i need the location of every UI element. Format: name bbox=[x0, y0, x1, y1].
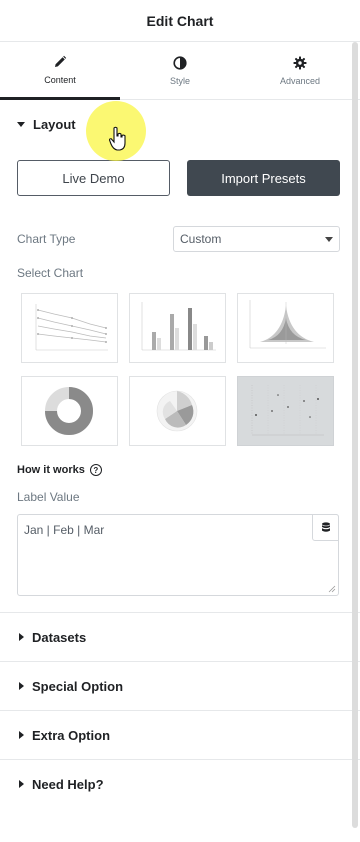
import-presets-button[interactable]: Import Presets bbox=[187, 160, 340, 196]
line-chart-thumbnail bbox=[35, 304, 108, 351]
scatter-chart-thumbnail bbox=[251, 385, 324, 436]
pencil-icon bbox=[55, 55, 67, 67]
tab-style-label: Style bbox=[169, 75, 190, 86]
tab-advanced[interactable]: Advanced bbox=[240, 42, 360, 99]
tab-bar: Content Style Advanced bbox=[0, 42, 360, 100]
section-datasets-header[interactable]: Datasets bbox=[0, 613, 360, 661]
label-value-text: Jan | Feb | Mar bbox=[24, 523, 105, 537]
chart-option-doughnut[interactable] bbox=[21, 376, 118, 446]
layout-section-body: Live Demo Import Presets Chart Type Cust… bbox=[0, 160, 360, 596]
caret-right-icon bbox=[19, 633, 24, 641]
select-chart-label: Select Chart bbox=[17, 266, 84, 280]
doughnut-chart-thumbnail bbox=[45, 387, 93, 435]
tab-content[interactable]: Content bbox=[0, 42, 120, 100]
radar-chart-thumbnail bbox=[249, 300, 326, 349]
section-layout-title: Layout bbox=[33, 116, 76, 132]
section-layout-header[interactable]: Layout bbox=[0, 100, 360, 148]
bar-chart-thumbnail bbox=[141, 302, 216, 351]
caret-right-icon bbox=[19, 682, 24, 690]
chart-type-label: Chart Type bbox=[17, 232, 76, 246]
section-need-help-header[interactable]: Need Help? bbox=[0, 760, 360, 808]
panel-title: Edit Chart bbox=[146, 12, 214, 29]
chart-type-grid bbox=[21, 293, 340, 446]
section-special-option-title: Special Option bbox=[32, 678, 124, 694]
how-it-works-text: How it works bbox=[17, 464, 85, 476]
section-extra-option-header[interactable]: Extra Option bbox=[0, 711, 360, 759]
chart-option-bar[interactable] bbox=[129, 293, 226, 363]
database-icon bbox=[321, 522, 330, 532]
chart-option-polar[interactable] bbox=[129, 376, 226, 446]
chart-option-radar[interactable] bbox=[237, 293, 334, 363]
how-it-works-link[interactable]: How it works ? bbox=[17, 464, 340, 476]
polar-area-chart-thumbnail bbox=[156, 390, 198, 432]
tab-style[interactable]: Style bbox=[120, 42, 240, 99]
section-extra-option-title: Extra Option bbox=[32, 727, 111, 743]
tab-content-label: Content bbox=[44, 74, 76, 85]
tab-advanced-label: Advanced bbox=[279, 75, 321, 86]
half-circle-icon bbox=[173, 55, 187, 70]
hand-cursor-icon bbox=[108, 126, 126, 151]
panel-header: Edit Chart bbox=[0, 0, 360, 42]
chevron-down-icon bbox=[325, 236, 333, 242]
layout-button-row: Live Demo Import Presets bbox=[17, 160, 340, 196]
dynamic-tags-button[interactable] bbox=[312, 514, 339, 541]
chart-option-scatter[interactable] bbox=[237, 376, 334, 446]
chart-type-value: Custom bbox=[180, 232, 222, 246]
caret-down-icon bbox=[17, 121, 25, 127]
section-special-option-header[interactable]: Special Option bbox=[0, 662, 360, 710]
chart-type-row: Chart Type Custom bbox=[17, 226, 340, 252]
panel-scrollbar[interactable] bbox=[352, 42, 358, 828]
caret-right-icon bbox=[19, 780, 24, 788]
section-datasets-title: Datasets bbox=[32, 629, 87, 645]
label-value-label: Label Value bbox=[17, 490, 80, 504]
live-demo-button[interactable]: Live Demo bbox=[17, 160, 170, 196]
caret-right-icon bbox=[19, 731, 24, 739]
chart-type-select[interactable]: Custom bbox=[173, 226, 340, 252]
collapsed-sections: Datasets Special Option Extra Option Nee… bbox=[0, 612, 360, 808]
resize-handle-icon[interactable] bbox=[328, 585, 336, 593]
chart-option-line[interactable] bbox=[21, 293, 118, 363]
section-need-help-title: Need Help? bbox=[32, 776, 104, 792]
label-value-textarea[interactable]: Jan | Feb | Mar bbox=[17, 514, 339, 596]
gear-icon bbox=[293, 56, 307, 69]
question-circle-icon: ? bbox=[89, 464, 102, 476]
